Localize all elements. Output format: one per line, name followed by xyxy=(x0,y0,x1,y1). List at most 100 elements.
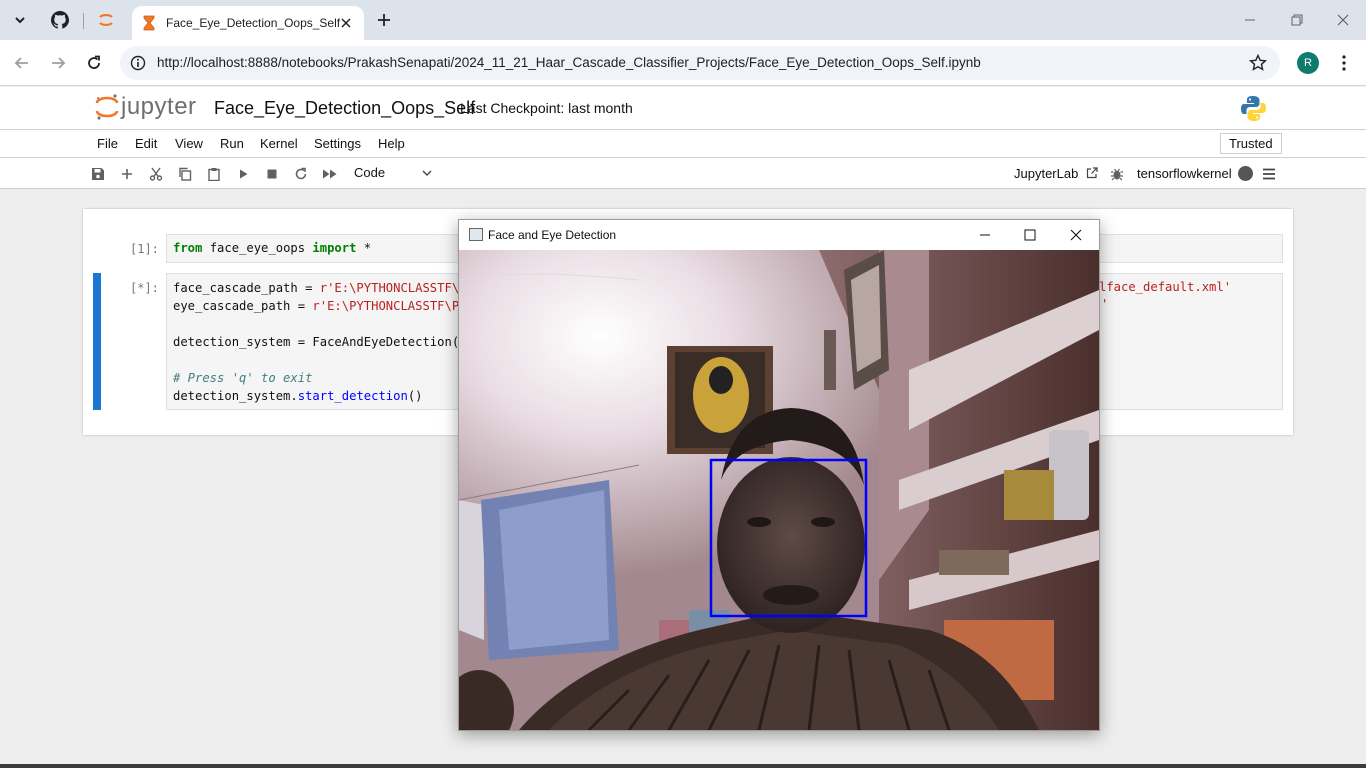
jupyter-icon xyxy=(99,14,113,26)
chevron-down-icon xyxy=(15,17,25,24)
window-close-button[interactable] xyxy=(1330,8,1356,32)
restart-kernel-button[interactable] xyxy=(292,165,310,183)
browser-tab-bar: Face_Eye_Detection_Oops_Self xyxy=(0,0,1366,40)
code-token: face_eye_oops xyxy=(202,241,313,255)
opencv-window-title: Face and Eye Detection xyxy=(488,228,617,242)
copy-icon xyxy=(179,167,192,181)
close-icon xyxy=(1337,14,1349,26)
forward-button[interactable] xyxy=(45,50,71,76)
menu-run[interactable]: Run xyxy=(220,136,244,151)
scissors-icon xyxy=(149,167,163,181)
tab-search-button[interactable] xyxy=(6,6,34,34)
code-token: detection_system = FaceAndEyeDetection(f xyxy=(173,335,467,349)
cell-type-dropdown[interactable]: Code xyxy=(348,161,436,185)
jupyterlab-link[interactable]: JupyterLab xyxy=(1014,166,1098,181)
restart-run-all-button[interactable] xyxy=(321,165,339,183)
back-button[interactable] xyxy=(9,50,35,76)
webcam-frame xyxy=(459,250,1099,730)
interrupt-kernel-button[interactable] xyxy=(263,165,281,183)
tab-title: Face_Eye_Detection_Oops_Self xyxy=(166,16,341,30)
last-checkpoint: Last Checkpoint: last month xyxy=(460,100,633,116)
browser-menu-button[interactable] xyxy=(1331,50,1357,76)
menu-settings[interactable]: Settings xyxy=(314,136,361,151)
insert-cell-button[interactable] xyxy=(118,165,136,183)
notebook-title[interactable]: Face_Eye_Detection_Oops_Self xyxy=(214,98,475,119)
code-fragment-eye-path: ' xyxy=(1101,297,1109,311)
chevron-down-icon xyxy=(422,170,432,176)
code-token: # Press 'q' to exit xyxy=(173,371,313,385)
code-token: from xyxy=(173,241,203,255)
new-tab-button[interactable] xyxy=(370,6,398,34)
menu-edit[interactable]: Edit xyxy=(135,136,157,151)
minimize-icon xyxy=(1245,19,1255,21)
save-button[interactable] xyxy=(89,165,107,183)
cell-2-prompt: [*]: xyxy=(130,281,159,295)
clipboard-icon xyxy=(208,168,220,181)
code-token: import xyxy=(312,241,357,255)
cv-maximize-button[interactable] xyxy=(1020,226,1040,244)
menu-help[interactable]: Help xyxy=(378,136,405,151)
code-token: * xyxy=(356,241,372,255)
hourglass-icon xyxy=(143,15,155,31)
menu-bar: File Edit View Run Kernel Settings Help … xyxy=(0,129,1366,158)
window-app-icon xyxy=(469,228,483,241)
github-tab[interactable] xyxy=(46,6,74,34)
code-token: r'E:\PYTHONCLASSTF\Pr xyxy=(312,299,467,313)
debugger-button[interactable] xyxy=(1108,165,1126,183)
close-icon xyxy=(1070,229,1082,241)
profile-avatar[interactable]: R xyxy=(1297,52,1319,74)
window-restore-button[interactable] xyxy=(1284,8,1310,32)
code-token: eye_cascade_path = xyxy=(173,299,313,313)
menu-file[interactable]: File xyxy=(97,136,118,151)
code-token: r'E:\PYTHONCLASSTF\P xyxy=(319,281,467,295)
stop-icon xyxy=(267,169,277,179)
cell-type-value: Code xyxy=(354,165,386,180)
cv-minimize-button[interactable] xyxy=(975,226,995,244)
menu-kernel[interactable]: Kernel xyxy=(260,136,298,151)
notebook-toolbar: Code JupyterLab tensorflowkernel xyxy=(0,158,1366,189)
close-icon xyxy=(341,18,351,28)
jupyter-logo-icon xyxy=(95,94,119,120)
code-token: () xyxy=(407,389,423,403)
address-toolbar: http://localhost:8888/notebooks/PrakashS… xyxy=(0,40,1366,86)
url-text: http://localhost:8888/notebooks/PrakashS… xyxy=(157,55,981,70)
save-icon xyxy=(92,168,104,180)
minimize-icon xyxy=(980,234,990,236)
code-token: face_cascade_path = xyxy=(173,281,320,295)
copy-button[interactable] xyxy=(176,165,194,183)
bookmark-star-icon[interactable] xyxy=(1249,54,1267,72)
code-token: start_detection xyxy=(297,389,408,403)
play-icon xyxy=(240,169,248,179)
kernel-name[interactable]: tensorflowkernel xyxy=(1137,166,1232,181)
tab-close-button[interactable] xyxy=(338,15,354,31)
active-tab[interactable]: Face_Eye_Detection_Oops_Self xyxy=(132,6,364,40)
code-token: detection_system. xyxy=(173,389,298,403)
webcam-image xyxy=(459,250,1099,730)
run-cell-button[interactable] xyxy=(234,165,252,183)
window-minimize-button[interactable] xyxy=(1237,8,1263,32)
jupyter-tab[interactable] xyxy=(92,6,120,34)
cell-1-prompt: [1]: xyxy=(130,242,159,256)
menu-view[interactable]: View xyxy=(175,136,203,151)
tab-separator xyxy=(83,13,84,29)
url-bar[interactable]: http://localhost:8888/notebooks/PrakashS… xyxy=(120,46,1280,80)
toolbar-menu-button[interactable] xyxy=(1260,165,1278,183)
cv-close-button[interactable] xyxy=(1066,226,1086,244)
plus-icon xyxy=(378,14,390,26)
jupyter-logo-text: jupyter xyxy=(121,93,197,120)
paste-button[interactable] xyxy=(205,165,223,183)
trusted-indicator[interactable]: Trusted xyxy=(1220,133,1282,154)
reload-button[interactable] xyxy=(81,50,107,76)
python-logo xyxy=(1240,95,1267,127)
arrow-left-icon xyxy=(14,57,28,69)
arrow-right-icon xyxy=(52,57,66,69)
restore-icon xyxy=(1291,14,1303,26)
site-info-icon[interactable] xyxy=(130,55,146,71)
cut-button[interactable] xyxy=(147,165,165,183)
hamburger-icon xyxy=(1263,168,1275,180)
external-link-icon xyxy=(1086,167,1098,179)
maximize-icon xyxy=(1024,229,1036,241)
taskbar-edge xyxy=(0,764,1366,768)
refresh-icon xyxy=(295,167,307,180)
jupyter-logo[interactable]: jupyter xyxy=(95,93,197,121)
